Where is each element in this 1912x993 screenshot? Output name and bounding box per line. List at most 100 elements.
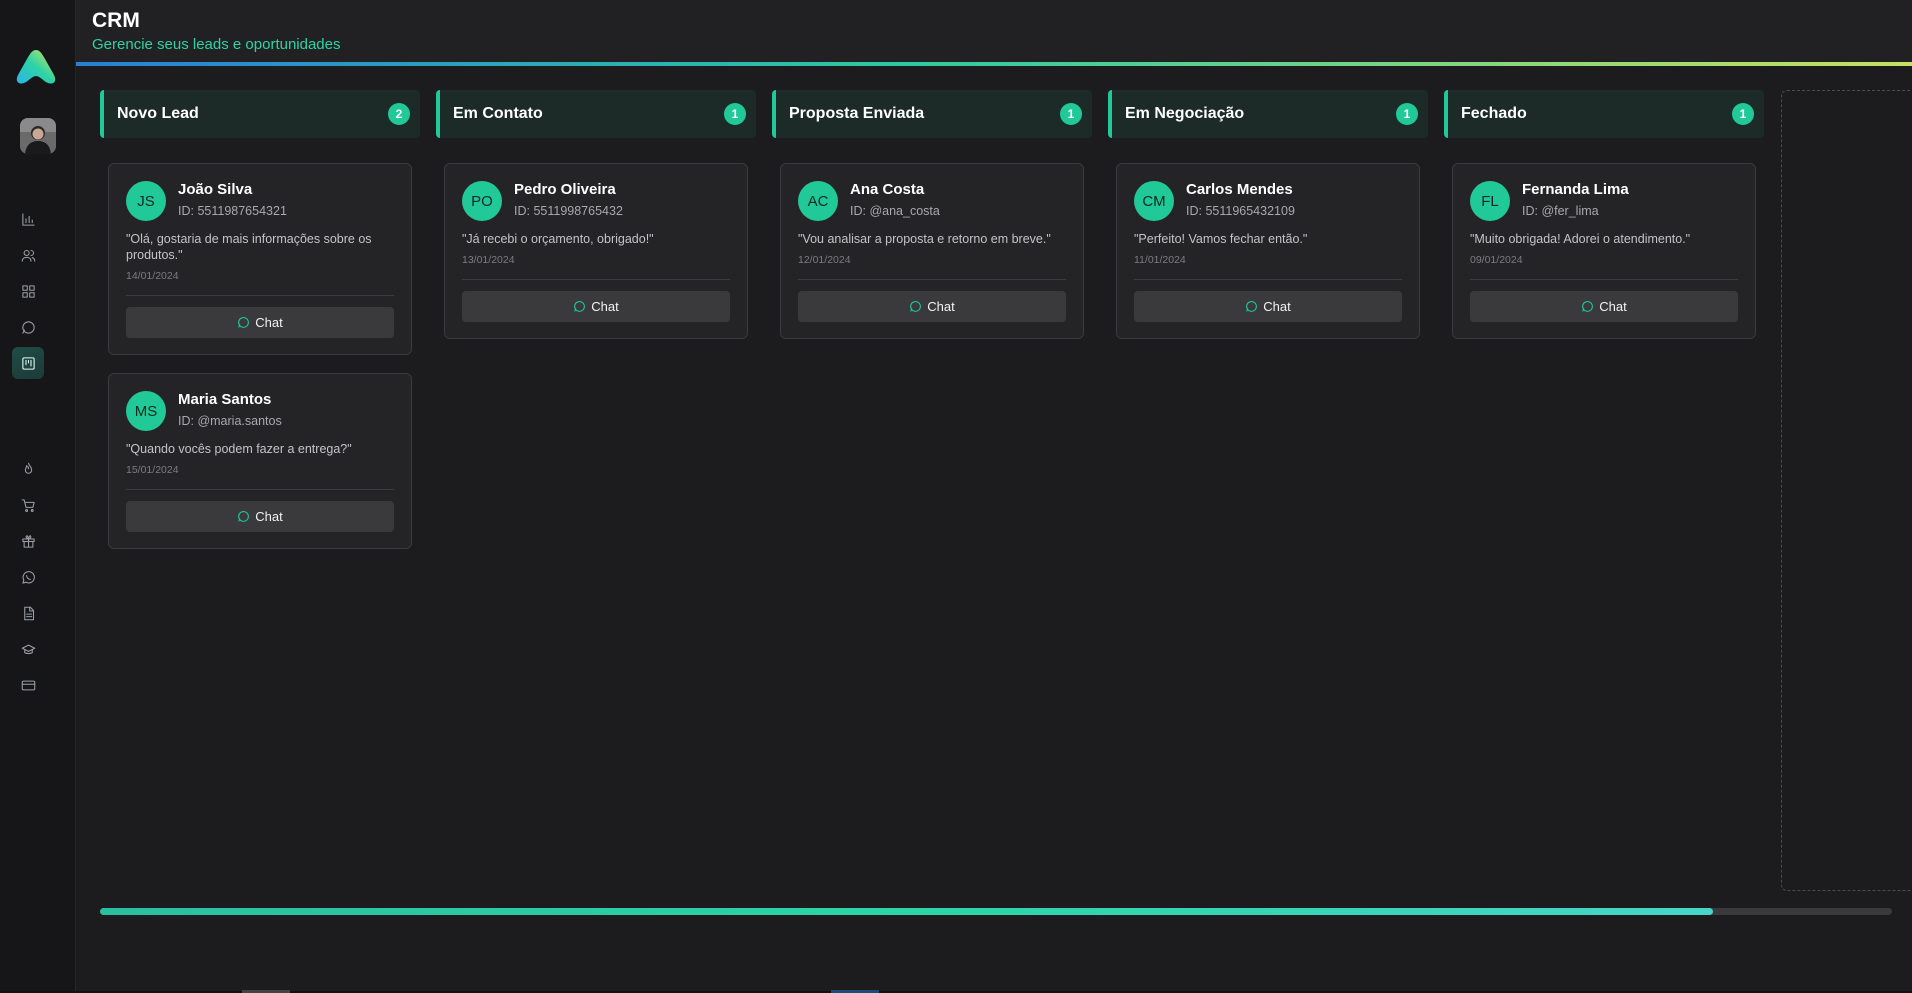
chat-button-label: Chat [591, 299, 619, 314]
document-icon[interactable] [16, 601, 40, 625]
lead-date: 11/01/2024 [1134, 254, 1186, 266]
lead-avatar: JS [126, 181, 166, 221]
lead-id: ID: 5511965432109 [1186, 204, 1295, 218]
chat-button-label: Chat [255, 509, 283, 524]
chat-button[interactable]: Chat [126, 307, 394, 338]
bar-chart-icon[interactable] [16, 207, 40, 231]
page-header: CRM Gerencie seus leads e oportunidades [76, 0, 1912, 66]
column-fechado: Fechado 1 FL Fernanda Lima ID: @fer_lima… [1444, 90, 1764, 339]
header-gradient-divider [76, 62, 1912, 66]
column-title: Em Negociação [1125, 105, 1245, 122]
column-proposta-enviada: Proposta Enviada 1 AC Ana Costa ID: @ana… [772, 90, 1092, 339]
column-title: Proposta Enviada [789, 105, 925, 122]
grid-icon[interactable] [16, 279, 40, 303]
card-divider [798, 279, 1066, 280]
chat-button[interactable]: Chat [462, 291, 730, 322]
chat-button[interactable]: Chat [1134, 291, 1402, 322]
lead-id: ID: @ana_costa [850, 204, 940, 218]
column-header: Proposta Enviada 1 [772, 90, 1092, 138]
chat-button-label: Chat [1599, 299, 1627, 314]
column-count-badge: 2 [388, 103, 410, 125]
column-title: Em Contato [453, 105, 543, 122]
lead-card[interactable]: CM Carlos Mendes ID: 5511965432109 "Perf… [1116, 163, 1420, 339]
lead-card[interactable]: FL Fernanda Lima ID: @fer_lima "Muito ob… [1452, 163, 1756, 339]
lead-name: Ana Costa [850, 181, 925, 198]
chat-button[interactable]: Chat [1470, 291, 1738, 322]
card-divider [126, 489, 394, 490]
lead-avatar: MS [126, 391, 166, 431]
kanban-icon[interactable] [12, 347, 44, 379]
scrollbar-thumb[interactable] [100, 908, 1713, 915]
lead-card[interactable]: PO Pedro Oliveira ID: 5511998765432 "Já … [444, 163, 748, 339]
card-divider [462, 279, 730, 280]
lead-id: ID: @maria.santos [178, 414, 282, 428]
gift-icon[interactable] [16, 529, 40, 553]
column-header: Em Negociação 1 [1108, 90, 1428, 138]
lead-card[interactable]: AC Ana Costa ID: @ana_costa "Vou analisa… [780, 163, 1084, 339]
card-divider [126, 295, 394, 296]
lead-name: Fernanda Lima [1522, 181, 1629, 198]
lead-message: "Muito obrigada! Adorei o atendimento." [1470, 232, 1691, 246]
lead-avatar: PO [462, 181, 502, 221]
chat-button[interactable]: Chat [798, 291, 1066, 322]
sidebar [0, 0, 76, 993]
lead-message: "Quando vocês podem fazer a entrega?" [126, 442, 352, 456]
lead-message: "Perfeito! Vamos fechar então." [1134, 232, 1308, 246]
add-column-drop-zone[interactable] [1781, 90, 1912, 891]
column-em-negociacao: Em Negociação 1 CM Carlos Mendes ID: 551… [1108, 90, 1428, 339]
card-divider [1134, 279, 1402, 280]
chat-button-label: Chat [255, 315, 283, 330]
lead-date: 12/01/2024 [798, 254, 851, 266]
column-header: Em Contato 1 [436, 90, 756, 138]
kanban-board: Novo Lead 2 JS João Silva ID: 5511987654… [100, 90, 1912, 891]
whatsapp-icon[interactable] [16, 565, 40, 589]
column-title: Fechado [1461, 105, 1527, 122]
users-icon[interactable] [16, 243, 40, 267]
lead-avatar: AC [798, 181, 838, 221]
lead-message: "Olá, gostaria de mais informações sobre… [126, 232, 372, 262]
lead-date: 14/01/2024 [126, 270, 179, 282]
lead-date: 09/01/2024 [1470, 254, 1523, 266]
lead-name: Maria Santos [178, 391, 272, 408]
lead-avatar: FL [1470, 181, 1510, 221]
column-novo-lead: Novo Lead 2 JS João Silva ID: 5511987654… [100, 90, 420, 549]
app: CRM Gerencie seus leads e oportunidades … [0, 0, 1912, 993]
lead-date: 15/01/2024 [126, 464, 179, 476]
column-count-badge: 1 [1396, 103, 1418, 125]
cart-icon[interactable] [16, 493, 40, 517]
lead-date: 13/01/2024 [462, 254, 515, 266]
lead-name: João Silva [178, 181, 253, 198]
lead-name: Carlos Mendes [1186, 181, 1293, 198]
lead-name: Pedro Oliveira [514, 181, 616, 198]
page-subtitle: Gerencie seus leads e oportunidades [92, 36, 341, 53]
chat-button[interactable]: Chat [126, 501, 394, 532]
column-header: Fechado 1 [1444, 90, 1764, 138]
lead-avatar: CM [1134, 181, 1174, 221]
chat-icon [574, 301, 586, 312]
chat-icon [238, 317, 250, 328]
lead-id: ID: 5511998765432 [514, 204, 623, 218]
message-circle-icon[interactable] [16, 315, 40, 339]
column-header: Novo Lead 2 [100, 90, 420, 138]
card-divider [1470, 279, 1738, 280]
lead-message: "Já recebi o orçamento, obrigado!" [462, 232, 654, 246]
horizontal-scrollbar[interactable] [100, 908, 1892, 915]
chat-icon [910, 301, 922, 312]
lead-id: ID: @fer_lima [1522, 204, 1599, 218]
user-avatar[interactable] [20, 118, 56, 154]
lead-id: ID: 5511987654321 [178, 204, 287, 218]
flame-icon[interactable] [16, 457, 40, 481]
chat-button-label: Chat [1263, 299, 1291, 314]
lead-card[interactable]: MS Maria Santos ID: @maria.santos "Quand… [108, 373, 412, 549]
column-count-badge: 1 [1732, 103, 1754, 125]
column-title: Novo Lead [117, 105, 199, 122]
chat-icon [1246, 301, 1258, 312]
lead-card[interactable]: JS João Silva ID: 5511987654321 "Olá, go… [108, 163, 412, 355]
column-count-badge: 1 [724, 103, 746, 125]
column-em-contato: Em Contato 1 PO Pedro Oliveira ID: 55119… [436, 90, 756, 339]
chat-button-label: Chat [927, 299, 955, 314]
brand-logo-icon[interactable] [14, 48, 58, 86]
credit-card-icon[interactable] [16, 673, 40, 697]
column-count-badge: 1 [1060, 103, 1082, 125]
graduation-cap-icon[interactable] [16, 637, 40, 661]
